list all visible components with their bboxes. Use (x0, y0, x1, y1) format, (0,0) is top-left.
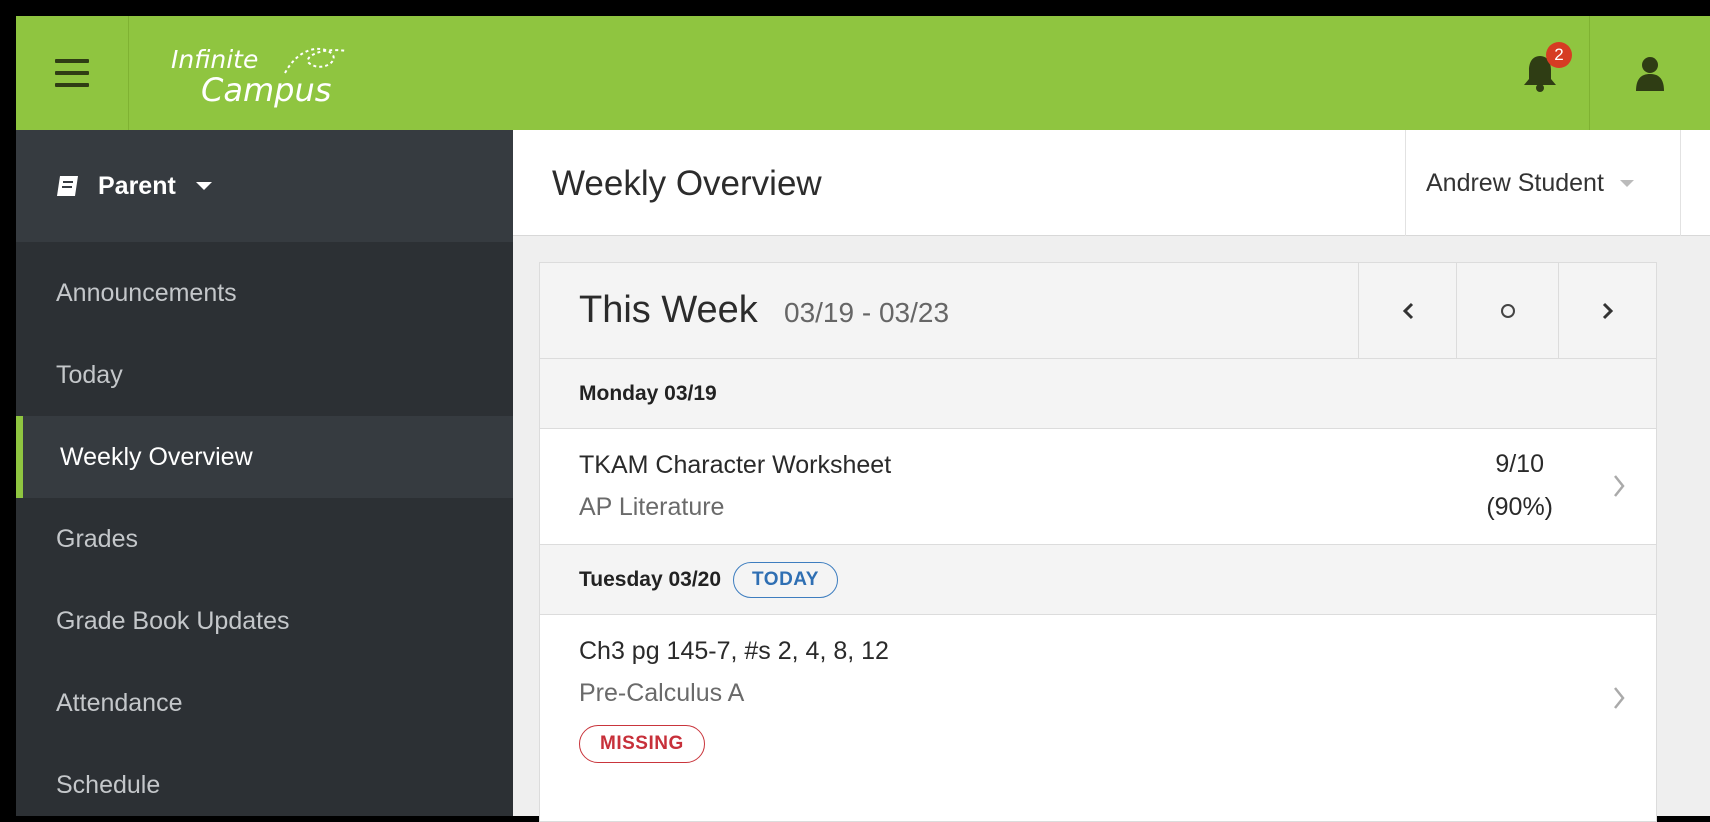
menu-button[interactable] (16, 16, 129, 130)
role-selector[interactable]: Parent (16, 130, 513, 242)
page-title: Weekly Overview (552, 164, 822, 203)
day-header-tuesday: Tuesday 03/20 TODAY (540, 545, 1656, 615)
day-label: Tuesday 03/20 (579, 567, 722, 591)
page-header: Weekly Overview Andrew Student (513, 130, 1710, 236)
circle-icon (1500, 304, 1515, 318)
day-label: Monday 03/19 (579, 381, 717, 405)
caret-down-icon (1619, 179, 1634, 187)
sidebar-item-grade-book-updates[interactable]: Grade Book Updates (16, 580, 513, 662)
notifications-button[interactable]: 2 (1490, 16, 1590, 130)
sidebar-item-grades[interactable]: Grades (16, 498, 513, 580)
today-badge: TODAY (733, 561, 838, 598)
week-navigation (1358, 263, 1656, 359)
day-header-monday: Monday 03/19 (540, 359, 1656, 429)
caret-down-icon (195, 182, 212, 190)
logo-text-line1: Infinite (171, 45, 259, 74)
assignment-name: Ch3 pg 145-7, #s 2, 4, 8, 12 (579, 637, 889, 665)
week-range: 03/19 - 03/23 (784, 297, 950, 328)
student-selector[interactable]: Andrew Student (1405, 130, 1681, 236)
missing-badge: MISSING (579, 725, 705, 763)
app-logo[interactable]: Infinite Campus (171, 33, 371, 113)
week-card-header: This Week 03/19 - 03/23 (540, 263, 1656, 359)
user-menu-button[interactable] (1590, 16, 1710, 130)
week-card: This Week 03/19 - 03/23 Monday 03/19 TKA… (539, 262, 1657, 822)
user-icon (1636, 57, 1664, 91)
assignment-course: Pre-Calculus A (579, 679, 745, 707)
top-bar: Infinite Campus 2 (16, 16, 1710, 130)
sidebar-item-attendance[interactable]: Attendance (16, 662, 513, 744)
hamburger-icon (55, 55, 89, 91)
chevron-right-icon (1602, 302, 1613, 320)
assignment-score: 9/10 (90%) (1486, 443, 1553, 529)
book-icon (57, 176, 78, 196)
chevron-left-icon (1402, 302, 1413, 320)
previous-week-button[interactable] (1358, 263, 1456, 359)
logo-swoosh-icon (284, 47, 348, 74)
sidebar-item-announcements[interactable]: Announcements (16, 252, 513, 334)
score-points: 9/10 (1495, 450, 1544, 478)
assignment-row[interactable]: TKAM Character Worksheet AP Literature 9… (540, 429, 1656, 545)
assignment-course: AP Literature (579, 493, 725, 521)
notification-count-badge: 2 (1546, 42, 1572, 68)
sidebar: Parent Announcements Today Weekly Overvi… (16, 130, 513, 816)
sidebar-nav: Announcements Today Weekly Overview Grad… (16, 242, 513, 816)
score-percent: (90%) (1486, 493, 1553, 521)
next-week-button[interactable] (1558, 263, 1656, 359)
role-label: Parent (98, 171, 176, 200)
current-week-button[interactable] (1456, 263, 1558, 359)
week-title: This Week (579, 289, 758, 331)
sidebar-item-today[interactable]: Today (16, 334, 513, 416)
sidebar-item-schedule[interactable]: Schedule (16, 744, 513, 816)
student-name: Andrew Student (1426, 168, 1604, 197)
assignment-row[interactable]: Ch3 pg 145-7, #s 2, 4, 8, 12 Pre-Calculu… (540, 615, 1656, 791)
chevron-right-icon (1614, 687, 1625, 709)
sidebar-item-weekly-overview[interactable]: Weekly Overview (16, 416, 513, 498)
chevron-right-icon (1614, 475, 1625, 497)
assignment-name: TKAM Character Worksheet (579, 451, 892, 479)
